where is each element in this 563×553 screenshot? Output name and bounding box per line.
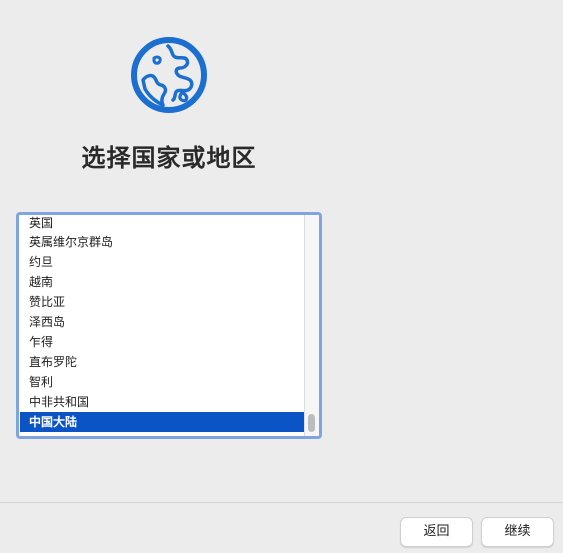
list-item[interactable]: 乍得 — [20, 332, 306, 352]
page-title: 选择国家或地区 — [81, 144, 257, 172]
country-list[interactable]: 英国 英属维尔京群岛 约旦 越南 赞比亚 泽西岛 乍得 直布罗陀 智利 中非共和… — [16, 212, 322, 439]
list-item[interactable]: 约旦 — [20, 252, 306, 272]
list-item[interactable]: 英国 — [20, 215, 306, 232]
country-list-items: 英国 英属维尔京群岛 约旦 越南 赞比亚 泽西岛 乍得 直布罗陀 智利 中非共和… — [20, 215, 306, 436]
list-item[interactable]: 直布罗陀 — [20, 352, 306, 372]
list-item[interactable]: 智利 — [20, 372, 306, 392]
footer-divider — [0, 502, 563, 503]
list-item-selected[interactable]: 中国大陆 — [20, 412, 306, 432]
continue-button[interactable]: 继续 — [481, 517, 554, 547]
list-item[interactable]: 英属维尔京群岛 — [20, 232, 306, 252]
scrollbar-thumb[interactable] — [308, 414, 315, 432]
list-item[interactable]: 赞比亚 — [20, 292, 306, 312]
list-item[interactable]: 越南 — [20, 272, 306, 292]
list-item[interactable]: 泽西岛 — [20, 312, 306, 332]
list-scrollbar[interactable] — [304, 215, 319, 436]
list-item[interactable]: 中非共和国 — [20, 392, 306, 412]
back-button[interactable]: 返回 — [400, 517, 473, 547]
globe-icon — [130, 36, 208, 114]
